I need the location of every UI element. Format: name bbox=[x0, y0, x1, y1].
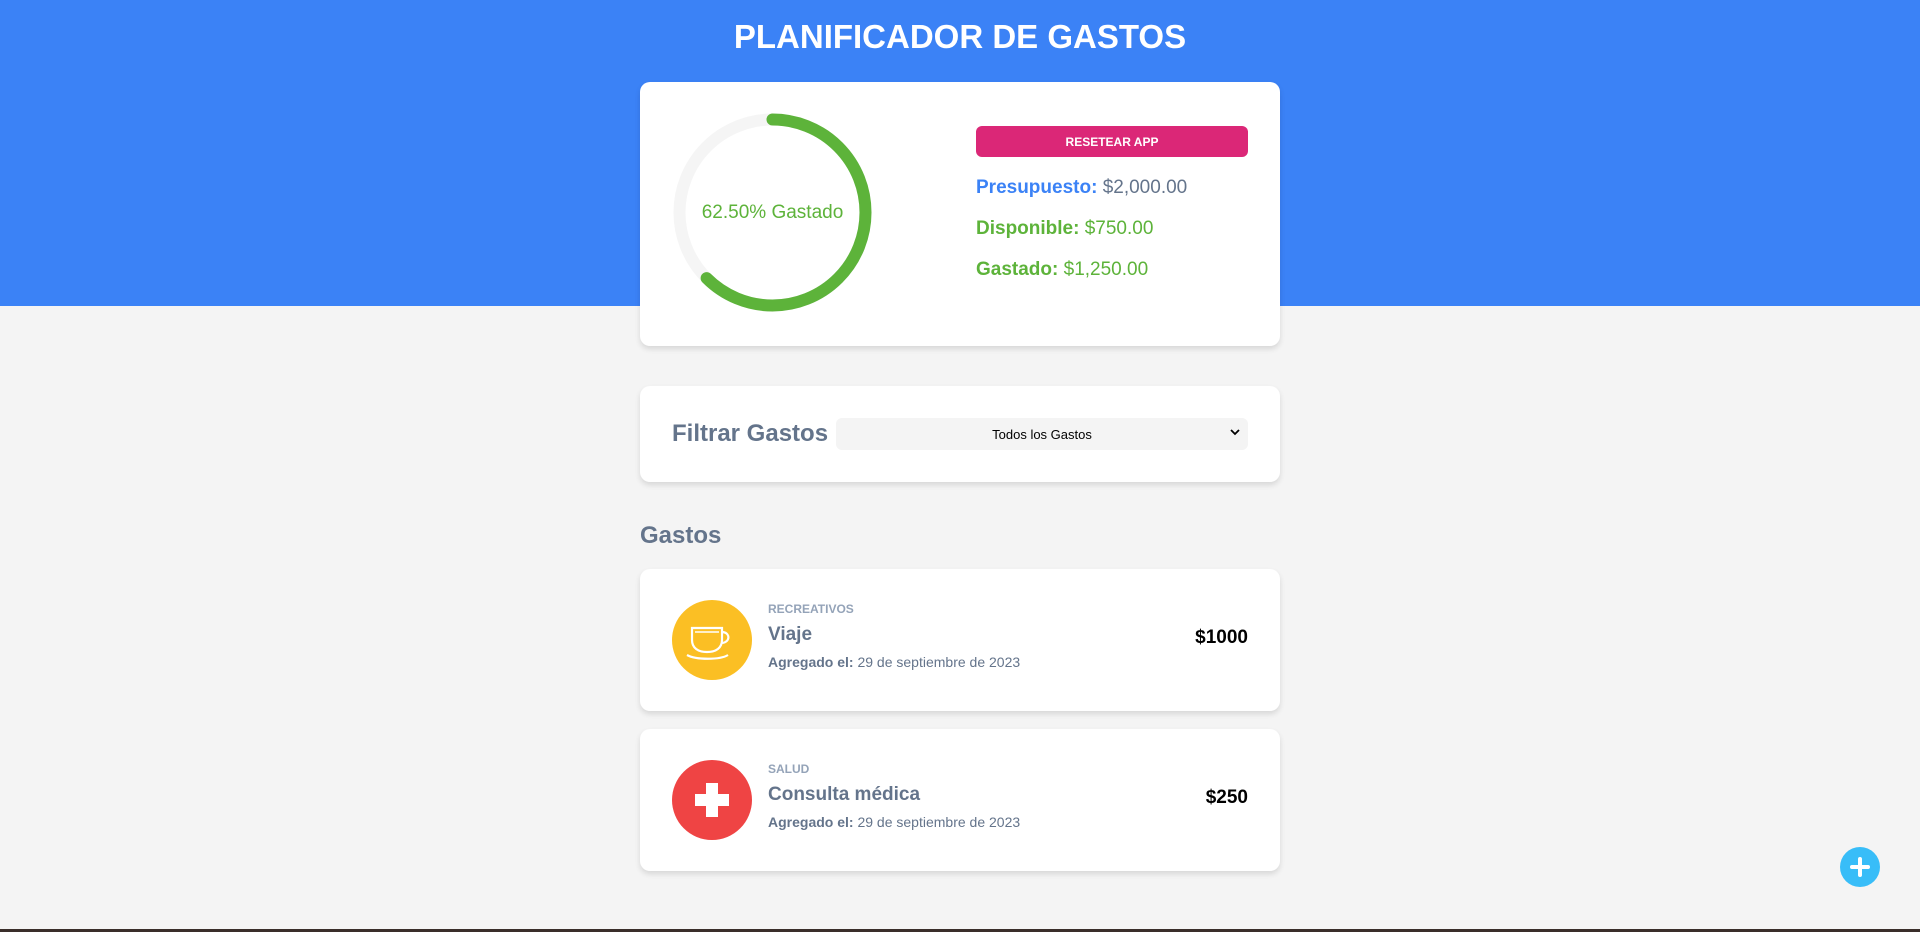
expense-date-label: Agregado el: bbox=[768, 654, 854, 670]
filter-label: Filtrar Gastos bbox=[672, 420, 829, 447]
filter-select[interactable]: Todos los Gastos bbox=[836, 418, 1248, 450]
stat-available-label: Disponible: bbox=[976, 218, 1080, 239]
filter-card: Filtrar Gastos Todos los Gastos bbox=[640, 386, 1280, 482]
stat-spent-value: $1,250.00 bbox=[1063, 259, 1149, 280]
stat-available: Disponible: $750.00 bbox=[976, 218, 1153, 240]
app-title: PLANIFICADOR DE GASTOS bbox=[733, 18, 1187, 55]
stat-budget-value: $2,000.00 bbox=[1102, 177, 1188, 198]
reset-app-button[interactable]: RESETEAR APP bbox=[976, 126, 1248, 157]
expense-date-value: 29 de septiembre de 2023 bbox=[857, 654, 1021, 670]
expense-date: Agregado el: 29 de septiembre de 2023 bbox=[768, 654, 1020, 670]
expense-item[interactable]: RECREATIVOS Viaje Agregado el: 29 de sep… bbox=[640, 569, 1280, 711]
expense-category: SALUD bbox=[768, 762, 810, 776]
expense-name: Viaje bbox=[768, 624, 813, 645]
expense-name: Consulta médica bbox=[768, 784, 921, 805]
expense-category: RECREATIVOS bbox=[768, 602, 854, 616]
budget-card: 62.50% Gastado RESETEAR APP Presupuesto:… bbox=[640, 82, 1280, 346]
add-expense-button[interactable] bbox=[1840, 847, 1880, 887]
stat-spent-label: Gastado: bbox=[976, 259, 1059, 280]
medical-cross-icon bbox=[672, 760, 752, 840]
expense-date: Agregado el: 29 de septiembre de 2023 bbox=[768, 814, 1020, 830]
stat-budget-label: Presupuesto: bbox=[976, 177, 1098, 198]
stat-budget: Presupuesto: $2,000.00 bbox=[976, 177, 1187, 199]
filter-selected-value: Todos los Gastos bbox=[992, 426, 1092, 442]
progress-text: 62.50% Gastado bbox=[701, 201, 844, 223]
plus-icon bbox=[1850, 857, 1870, 877]
chevron-down-icon bbox=[1230, 426, 1240, 440]
expense-amount: $1000 bbox=[1195, 627, 1248, 648]
expense-date-value: 29 de septiembre de 2023 bbox=[857, 814, 1021, 830]
budget-progress-ring: 62.50% Gastado bbox=[670, 110, 875, 315]
expense-amount: $250 bbox=[1205, 787, 1248, 808]
stat-spent: Gastado: $1,250.00 bbox=[976, 259, 1148, 281]
expenses-section-title: Gastos bbox=[640, 522, 722, 549]
expense-date-label: Agregado el: bbox=[768, 814, 854, 830]
expense-item[interactable]: SALUD Consulta médica Agregado el: 29 de… bbox=[640, 729, 1280, 871]
teacup-icon bbox=[672, 600, 752, 680]
stat-available-value: $750.00 bbox=[1084, 218, 1154, 239]
